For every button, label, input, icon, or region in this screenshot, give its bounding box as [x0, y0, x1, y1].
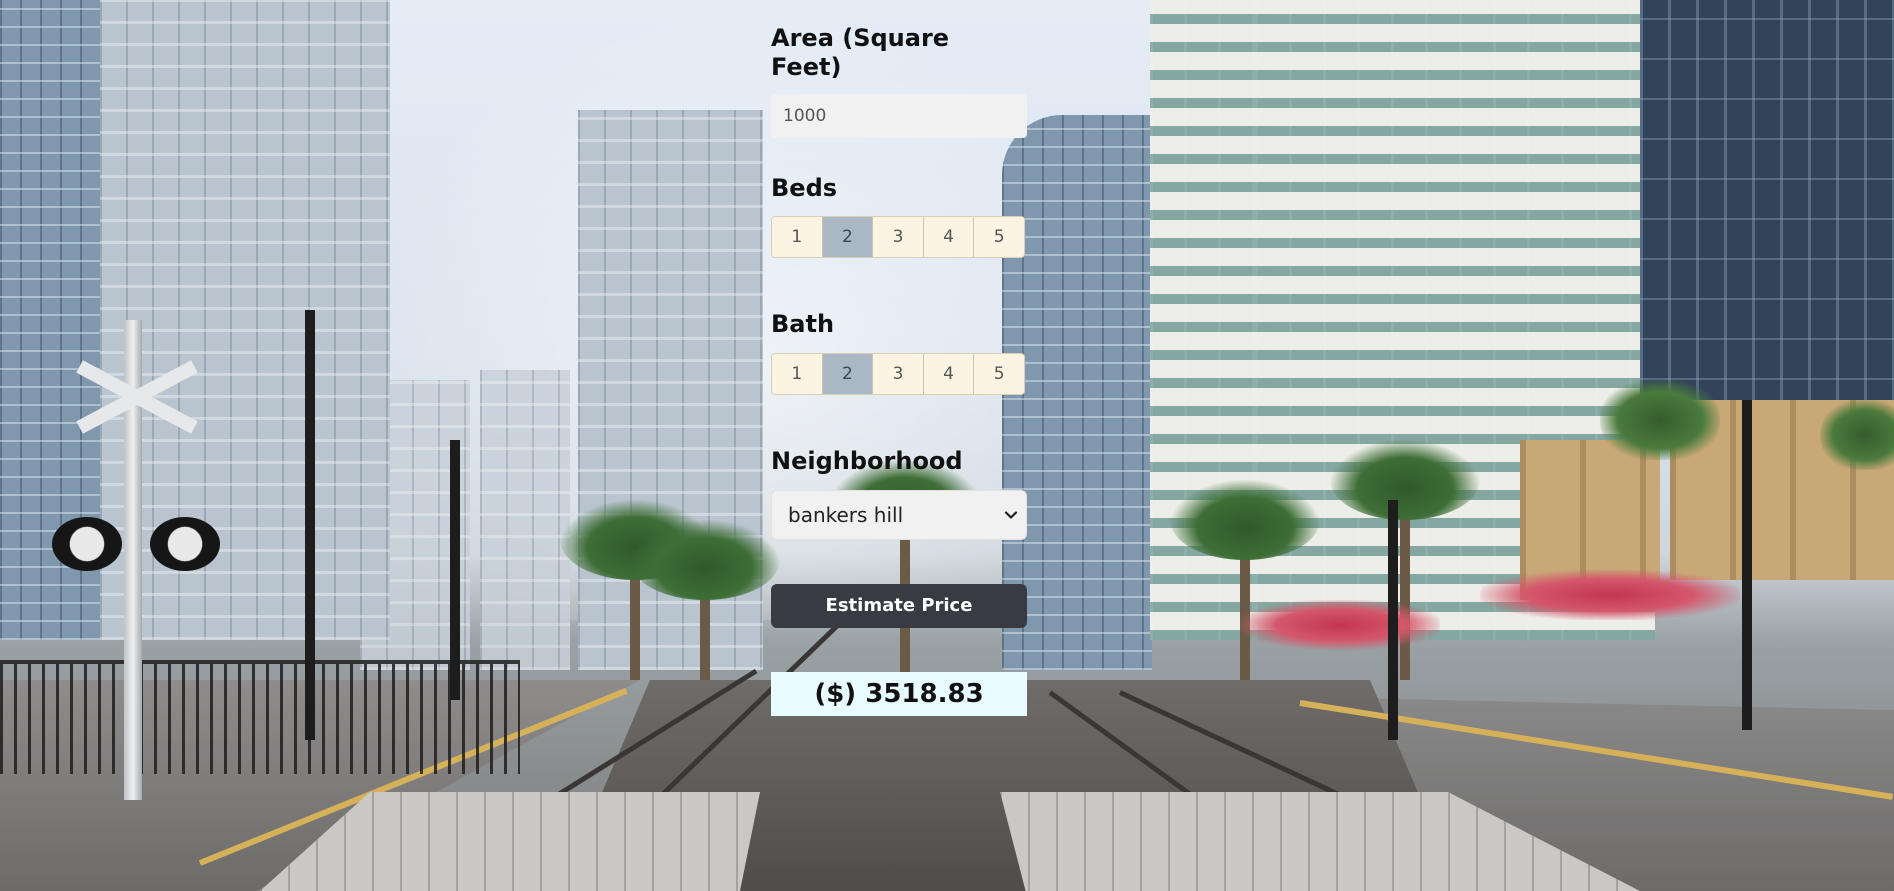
palm-tree [630, 520, 780, 680]
price-result: ($) 3518.83 [771, 671, 1027, 716]
lamp-post [305, 310, 315, 740]
lamp-post [450, 440, 460, 700]
bath-selector: 1 2 3 4 5 [771, 353, 1025, 396]
bath-option-5[interactable]: 5 [974, 354, 1024, 395]
beds-option-4[interactable]: 4 [923, 217, 975, 258]
left-balcony-tower [100, 0, 390, 640]
tree-foliage [1600, 380, 1720, 460]
palm-tree [1330, 440, 1480, 680]
right-dark-tower [1640, 0, 1894, 420]
area-label: Area (Square Feet) [771, 24, 950, 81]
flower-bed [1240, 600, 1440, 650]
tree-foliage [1820, 400, 1894, 470]
platform-fence [0, 660, 520, 774]
neighborhood-selected-value: bankers hill [788, 502, 904, 527]
neighborhood-label: Neighborhood [771, 447, 963, 476]
lamp-post [1388, 500, 1398, 740]
palm-tree [1170, 480, 1320, 680]
chevron-down-icon [1004, 511, 1018, 519]
beds-option-2[interactable]: 2 [822, 217, 874, 258]
distant-building [480, 370, 570, 670]
bath-label: Bath [771, 310, 835, 339]
beds-selector: 1 2 3 4 5 [771, 216, 1025, 259]
bath-option-2[interactable]: 2 [822, 354, 874, 395]
bath-option-4[interactable]: 4 [923, 354, 975, 395]
crossing-light [150, 517, 220, 571]
neighborhood-select[interactable]: bankers hill [771, 489, 1027, 540]
flower-bed [1480, 570, 1740, 620]
price-estimate-form: Area (Square Feet) Beds 1 2 3 4 5 Bath 1… [771, 20, 1027, 716]
beds-option-5[interactable]: 5 [974, 217, 1024, 258]
area-input[interactable] [771, 93, 1027, 138]
beds-option-3[interactable]: 3 [873, 217, 924, 258]
estimate-price-button[interactable]: Estimate Price [771, 583, 1027, 628]
bath-option-3[interactable]: 3 [873, 354, 924, 395]
bath-option-1[interactable]: 1 [772, 354, 823, 395]
crossing-light [52, 517, 122, 571]
beds-option-1[interactable]: 1 [772, 217, 823, 258]
lamp-post [1742, 400, 1752, 730]
beds-label: Beds [771, 173, 838, 202]
